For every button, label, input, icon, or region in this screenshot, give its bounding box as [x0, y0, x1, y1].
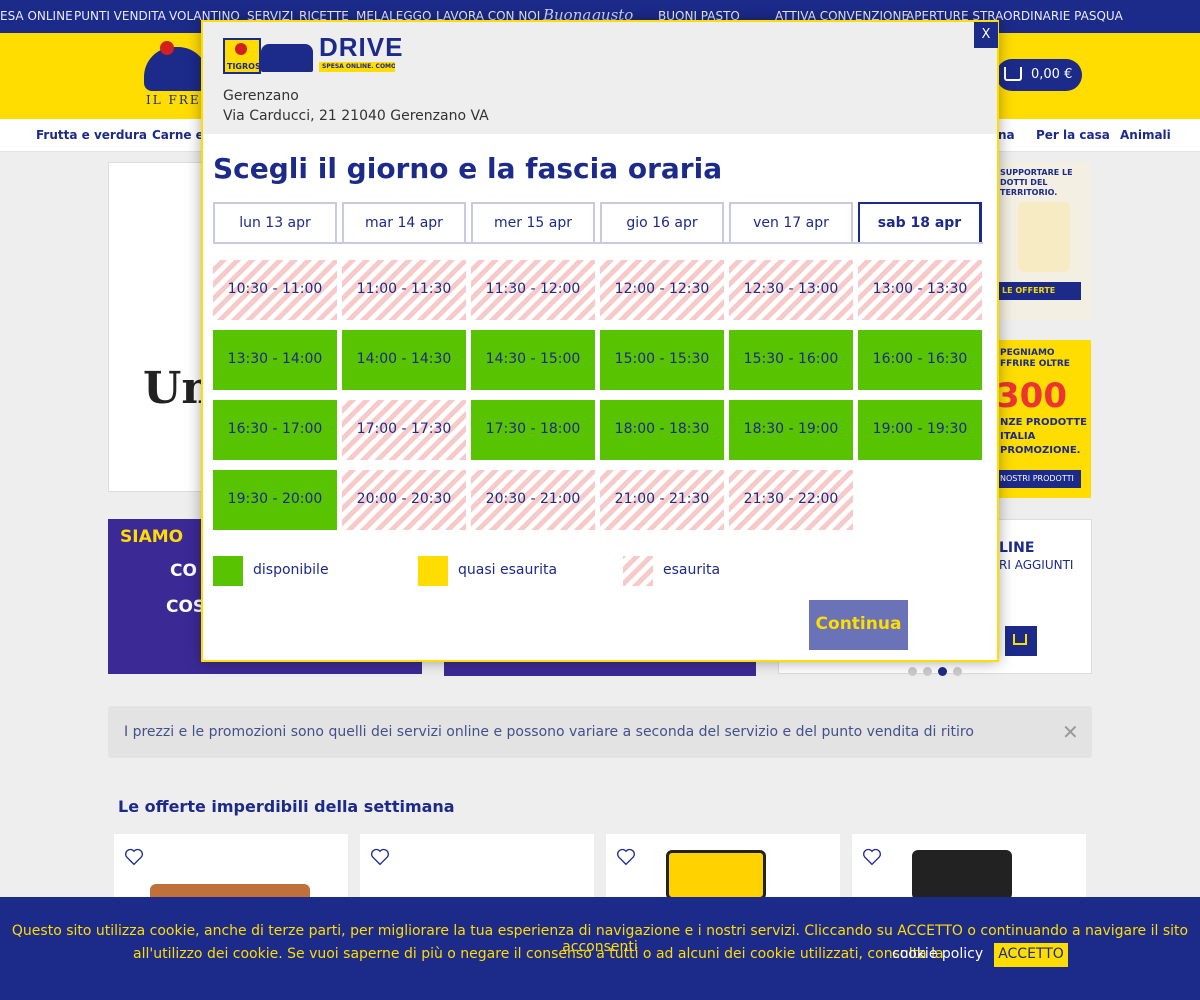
time-slot: 12:00 - 12:30 — [600, 260, 724, 320]
time-slot[interactable]: 16:30 - 17:00 — [213, 400, 337, 460]
time-slot: 11:00 - 11:30 — [342, 260, 466, 320]
time-slot[interactable]: 14:30 - 15:00 — [471, 330, 595, 390]
time-slot: 17:00 - 17:30 — [342, 400, 466, 460]
store-name: Gerenzano — [223, 88, 299, 104]
time-slot: 12:30 - 13:00 — [729, 260, 853, 320]
time-slot: 10:30 - 11:00 — [213, 260, 337, 320]
time-slot: 13:00 - 13:30 — [858, 260, 982, 320]
legend-swatch-soldout — [623, 556, 653, 586]
time-slot: 21:30 - 22:00 — [729, 470, 853, 530]
time-slot: 20:00 - 20:30 — [342, 470, 466, 530]
modal-title: Scegli il giorno e la fascia oraria — [213, 152, 723, 185]
day-tab[interactable]: mer 15 apr — [471, 202, 595, 244]
time-slot[interactable]: 18:30 - 19:00 — [729, 400, 853, 460]
time-slot[interactable]: 15:00 - 15:30 — [600, 330, 724, 390]
day-tab[interactable]: sab 18 apr — [858, 202, 982, 244]
day-tab[interactable]: ven 17 apr — [729, 202, 853, 244]
continue-button[interactable]: Continua — [809, 600, 908, 650]
day-tab[interactable]: mar 14 apr — [342, 202, 466, 244]
time-slot[interactable]: 18:00 - 18:30 — [600, 400, 724, 460]
day-tab[interactable]: lun 13 apr — [213, 202, 337, 244]
brand-name: TIGROS — [227, 62, 261, 71]
time-slot: 21:00 - 21:30 — [600, 470, 724, 530]
legend-swatch-almost — [418, 556, 448, 586]
drive-logo: TIGROS DRIVE SPESA ONLINE. COMODA E VELO… — [223, 32, 402, 78]
legend-swatch-available — [213, 556, 243, 586]
drive-word: DRIVE — [319, 32, 404, 62]
legend-label-almost: quasi esaurita — [458, 562, 558, 578]
time-slot: 11:30 - 12:00 — [471, 260, 595, 320]
time-slot[interactable]: 13:30 - 14:00 — [213, 330, 337, 390]
time-slot[interactable]: 16:00 - 16:30 — [858, 330, 982, 390]
time-slot[interactable]: 14:00 - 14:30 — [342, 330, 466, 390]
tab-divider — [213, 242, 983, 244]
time-slot: 20:30 - 21:00 — [471, 470, 595, 530]
time-slot[interactable]: 15:30 - 16:00 — [729, 330, 853, 390]
modal-header: TIGROS DRIVE SPESA ONLINE. COMODA E VELO… — [203, 22, 997, 134]
time-slot-modal: TIGROS DRIVE SPESA ONLINE. COMODA E VELO… — [201, 20, 999, 662]
time-slot[interactable]: 19:00 - 19:30 — [858, 400, 982, 460]
legend-label-available: disponibile — [253, 562, 329, 578]
tigros-icon: TIGROS — [223, 38, 261, 74]
drive-tagline: SPESA ONLINE. COMODA E VELOCE — [319, 62, 395, 72]
apple-icon — [235, 43, 247, 55]
time-slot[interactable]: 17:30 - 18:00 — [471, 400, 595, 460]
legend-label-soldout: esaurita — [663, 562, 721, 578]
car-icon — [261, 44, 313, 72]
time-slot[interactable]: 19:30 - 20:00 — [213, 470, 337, 530]
close-modal-button[interactable]: X — [974, 22, 998, 48]
day-tab[interactable]: gio 16 apr — [600, 202, 724, 244]
store-address: Via Carducci, 21 21040 Gerenzano VA — [223, 108, 489, 124]
